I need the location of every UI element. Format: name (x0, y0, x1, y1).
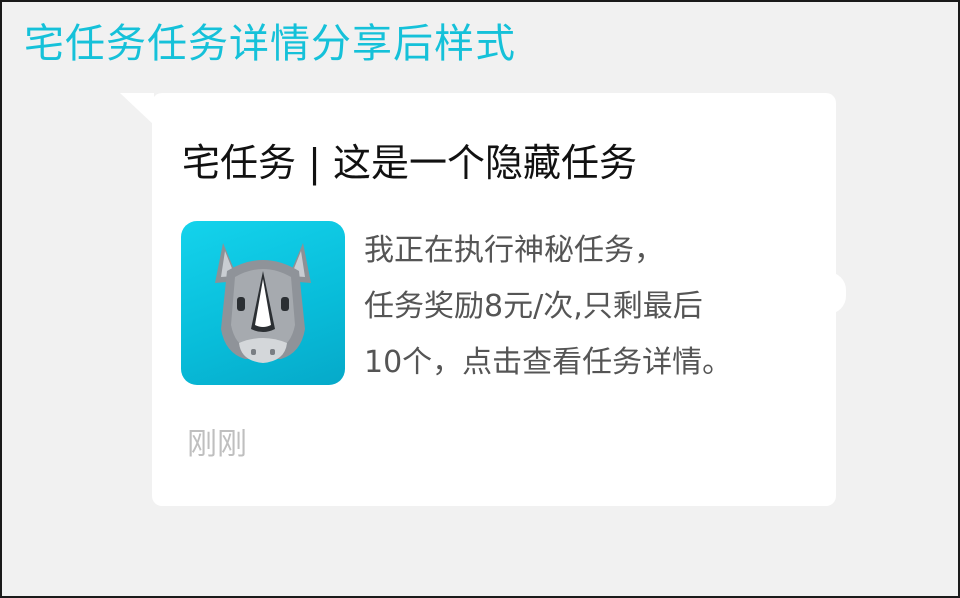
timestamp: 刚刚 (187, 427, 247, 462)
card-description: 我正在执行神秘任务， 任务奖励8元/次,只剩最后 10个，点击查看任务详情。 (364, 223, 824, 391)
edge-tab (828, 272, 846, 314)
bubble-tail (120, 93, 154, 125)
description-line: 任务奖励8元/次,只剩最后 (364, 289, 703, 324)
screen: 宅任务任务详情分享后样式 宅任务 | 这是一个隐藏任务 我正在执行神秘任务， 任… (0, 0, 960, 598)
description-line: 10个，点击查看任务详情。 (364, 345, 733, 380)
share-card[interactable]: 宅任务 | 这是一个隐藏任务 我正在执行神秘任务， 任务奖励8元/次,只剩最后 … (152, 93, 836, 506)
rhino-app-icon (181, 221, 345, 385)
page-title: 宅任务任务详情分享后样式 (24, 21, 516, 67)
card-title: 宅任务 | 这是一个隐藏任务 (182, 141, 637, 185)
description-line: 我正在执行神秘任务， (364, 233, 664, 268)
